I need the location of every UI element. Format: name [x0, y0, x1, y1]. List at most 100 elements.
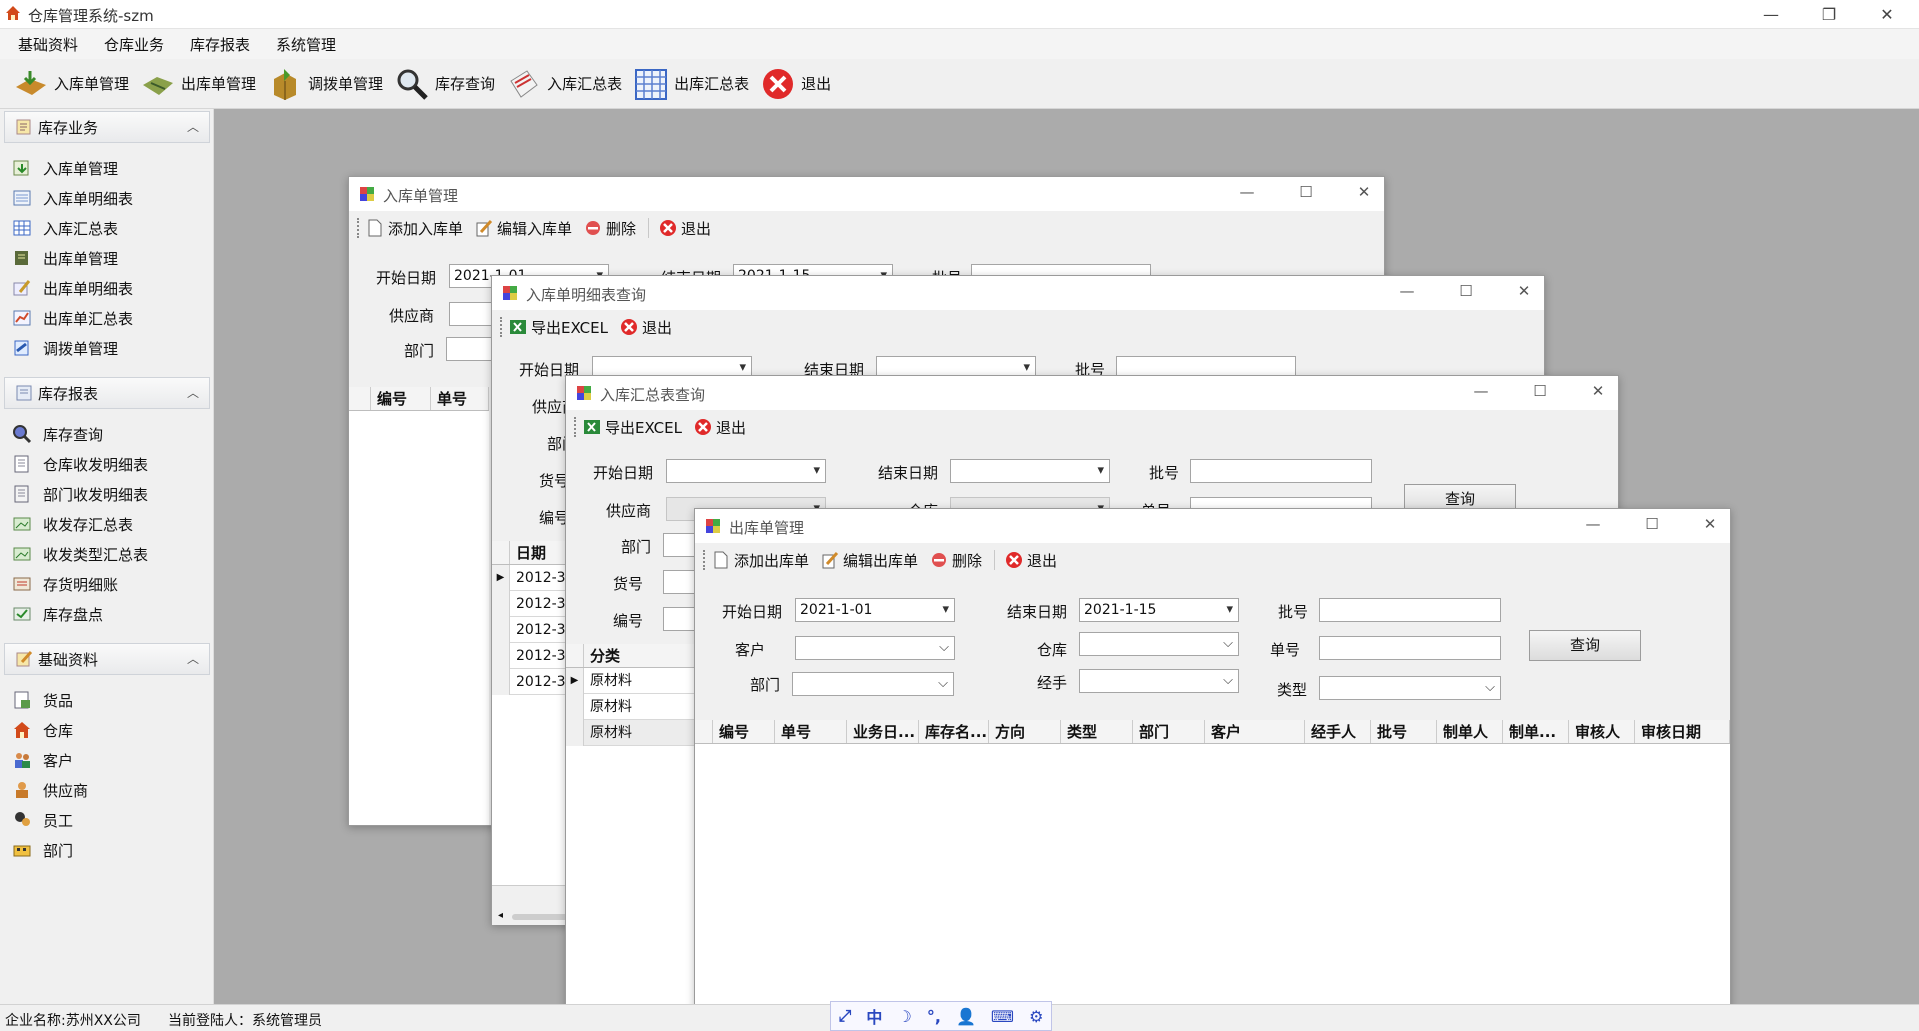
table-row[interactable]: ▶ 2012-3-: [492, 565, 572, 591]
sidebar-item-transfer[interactable]: 调拨单管理: [12, 336, 118, 360]
query-button[interactable]: 查询: [1529, 630, 1641, 661]
ime-expand-icon[interactable]: ⤢: [839, 1006, 852, 1026]
sidebar-item-warehouse[interactable]: 仓库: [12, 718, 73, 742]
col-type[interactable]: 类型: [1061, 720, 1133, 743]
type-combo[interactable]: [1319, 676, 1501, 700]
minimize-button[interactable]: —: [1466, 382, 1496, 400]
sidebar-item-stock-out[interactable]: 出库单管理: [12, 246, 118, 270]
edit-stock-out-button[interactable]: 编辑出库单: [821, 550, 918, 571]
minimize-button[interactable]: —: [1392, 282, 1422, 300]
toolbar-stock-in-button[interactable]: 入库单管理: [12, 62, 129, 106]
scroll-thumb[interactable]: [512, 914, 568, 920]
sidebar-item-department[interactable]: 部门: [12, 838, 73, 862]
sidebar-item-stock-query[interactable]: 库存查询: [12, 422, 103, 446]
minimize-button[interactable]: —: [1578, 515, 1608, 533]
sidebar-item-goods-ledger[interactable]: 存货明细账: [12, 572, 118, 596]
menu-stock-reports[interactable]: 库存报表: [190, 34, 250, 55]
exit-button[interactable]: 退出: [1005, 550, 1057, 571]
close-button[interactable]: ✕: [1349, 183, 1379, 201]
col-reviewer[interactable]: 审核人: [1569, 720, 1635, 743]
start-date-picker[interactable]: 2021-1-01: [795, 598, 955, 622]
sidebar-item-stock-in-detail[interactable]: 入库单明细表: [12, 186, 133, 210]
col-create-date[interactable]: 制单...: [1503, 720, 1569, 743]
handler-combo[interactable]: [1079, 669, 1239, 693]
col-department[interactable]: 部门: [1133, 720, 1205, 743]
batch-input[interactable]: [1319, 598, 1501, 622]
col-creator[interactable]: 制单人: [1437, 720, 1503, 743]
restore-button[interactable]: ❐: [1806, 0, 1852, 29]
chevron-up-icon[interactable]: ︿: [187, 118, 199, 135]
sidebar-group-basic-data[interactable]: 基础资料 ︿: [4, 643, 210, 675]
sidebar-item-stock-out-detail[interactable]: 出库单明细表: [12, 276, 133, 300]
col-direction[interactable]: 方向: [989, 720, 1061, 743]
sidebar-item-inout-summary[interactable]: 收发存汇总表: [12, 512, 133, 536]
sidebar-item-stock-in[interactable]: 入库单管理: [12, 156, 118, 180]
start-date-picker[interactable]: [666, 459, 826, 483]
toolbar-out-summary-button[interactable]: 出库汇总表: [632, 62, 749, 106]
ime-settings-icon[interactable]: ⚙: [1029, 1007, 1043, 1026]
add-stock-in-button[interactable]: 添加入库单: [366, 218, 463, 239]
exit-button[interactable]: 退出: [659, 218, 711, 239]
table-row[interactable]: 2012-3-: [492, 591, 572, 617]
table-row[interactable]: 原材料: [566, 694, 696, 720]
sidebar-group-stock-business[interactable]: 库存业务 ︿: [4, 111, 210, 143]
col-date[interactable]: 日期: [510, 541, 572, 564]
customer-combo[interactable]: [795, 636, 955, 660]
ime-user-icon[interactable]: 👤: [956, 1007, 976, 1026]
ime-punctuation-icon[interactable]: °,: [927, 1007, 941, 1026]
dept-combo[interactable]: [792, 672, 954, 696]
ime-moon-icon[interactable]: ☽: [897, 1007, 911, 1026]
table-row[interactable]: ▶ 原材料: [566, 668, 696, 694]
toolbar-transfer-button[interactable]: 调拨单管理: [266, 62, 383, 106]
col-handler[interactable]: 经手人: [1305, 720, 1371, 743]
col-review-date[interactable]: 审核日期: [1635, 720, 1730, 743]
delete-button[interactable]: 删除: [584, 218, 636, 239]
maximize-button[interactable]: ☐: [1525, 382, 1555, 400]
sidebar-group-stock-reports[interactable]: 库存报表 ︿: [4, 377, 210, 409]
sidebar-item-customer[interactable]: 客户: [12, 748, 73, 772]
exit-button[interactable]: 退出: [694, 417, 746, 438]
minimize-button[interactable]: —: [1232, 183, 1262, 201]
sidebar-item-employee[interactable]: 员工: [12, 808, 73, 832]
sidebar-item-stocktake[interactable]: 库存盘点: [12, 602, 103, 626]
sidebar-item-goods[interactable]: 货品: [12, 688, 73, 712]
col-id[interactable]: 编号: [371, 387, 431, 410]
col-customer[interactable]: 客户: [1205, 720, 1305, 743]
sidebar-item-dept-detail[interactable]: 部门收发明细表: [12, 482, 148, 506]
maximize-button[interactable]: ☐: [1291, 183, 1321, 201]
horizontal-scrollbar[interactable]: ◂: [492, 885, 572, 925]
table-row[interactable]: 2012-3-: [492, 643, 572, 669]
table-row[interactable]: 2012-3-: [492, 617, 572, 643]
menu-system[interactable]: 系统管理: [276, 34, 336, 55]
col-category[interactable]: 分类: [584, 644, 696, 667]
menu-basic-data[interactable]: 基础资料: [18, 34, 78, 55]
table-row[interactable]: 2012-3-: [492, 669, 572, 695]
edit-stock-in-button[interactable]: 编辑入库单: [475, 218, 572, 239]
sidebar-item-type-summary[interactable]: 收发类型汇总表: [12, 542, 148, 566]
add-stock-out-button[interactable]: 添加出库单: [712, 550, 809, 571]
end-date-picker[interactable]: 2021-1-15: [1079, 598, 1239, 622]
chevron-up-icon[interactable]: ︿: [187, 384, 199, 401]
toolbar-in-summary-button[interactable]: 入库汇总表: [505, 62, 622, 106]
col-batch[interactable]: 批号: [1371, 720, 1437, 743]
export-excel-button[interactable]: 导出EXCEL: [509, 317, 608, 338]
ime-keyboard-icon[interactable]: ⌨: [991, 1007, 1014, 1026]
exit-button[interactable]: 退出: [620, 317, 672, 338]
maximize-button[interactable]: ☐: [1451, 282, 1481, 300]
sidebar-item-supplier[interactable]: 供应商: [12, 778, 88, 802]
scroll-left-icon[interactable]: ◂: [498, 910, 503, 921]
toolbar-stock-query-button[interactable]: 库存查询: [393, 62, 495, 106]
close-button[interactable]: ✕: [1509, 282, 1539, 300]
col-id[interactable]: 编号: [713, 720, 775, 743]
export-excel-button[interactable]: 导出EXCEL: [583, 417, 682, 438]
maximize-button[interactable]: ☐: [1637, 515, 1667, 533]
end-date-picker[interactable]: [950, 459, 1110, 483]
sidebar-item-stock-in-summary[interactable]: 入库汇总表: [12, 216, 118, 240]
toolbar-stock-out-button[interactable]: 出库单管理: [139, 62, 256, 106]
menu-warehouse-ops[interactable]: 仓库业务: [104, 34, 164, 55]
close-button[interactable]: ✕: [1583, 382, 1613, 400]
warehouse-combo[interactable]: [1079, 632, 1239, 656]
sidebar-item-warehouse-detail[interactable]: 仓库收发明细表: [12, 452, 148, 476]
close-button[interactable]: ✕: [1864, 0, 1910, 29]
sidebar-item-stock-out-summary[interactable]: 出库单汇总表: [12, 306, 133, 330]
